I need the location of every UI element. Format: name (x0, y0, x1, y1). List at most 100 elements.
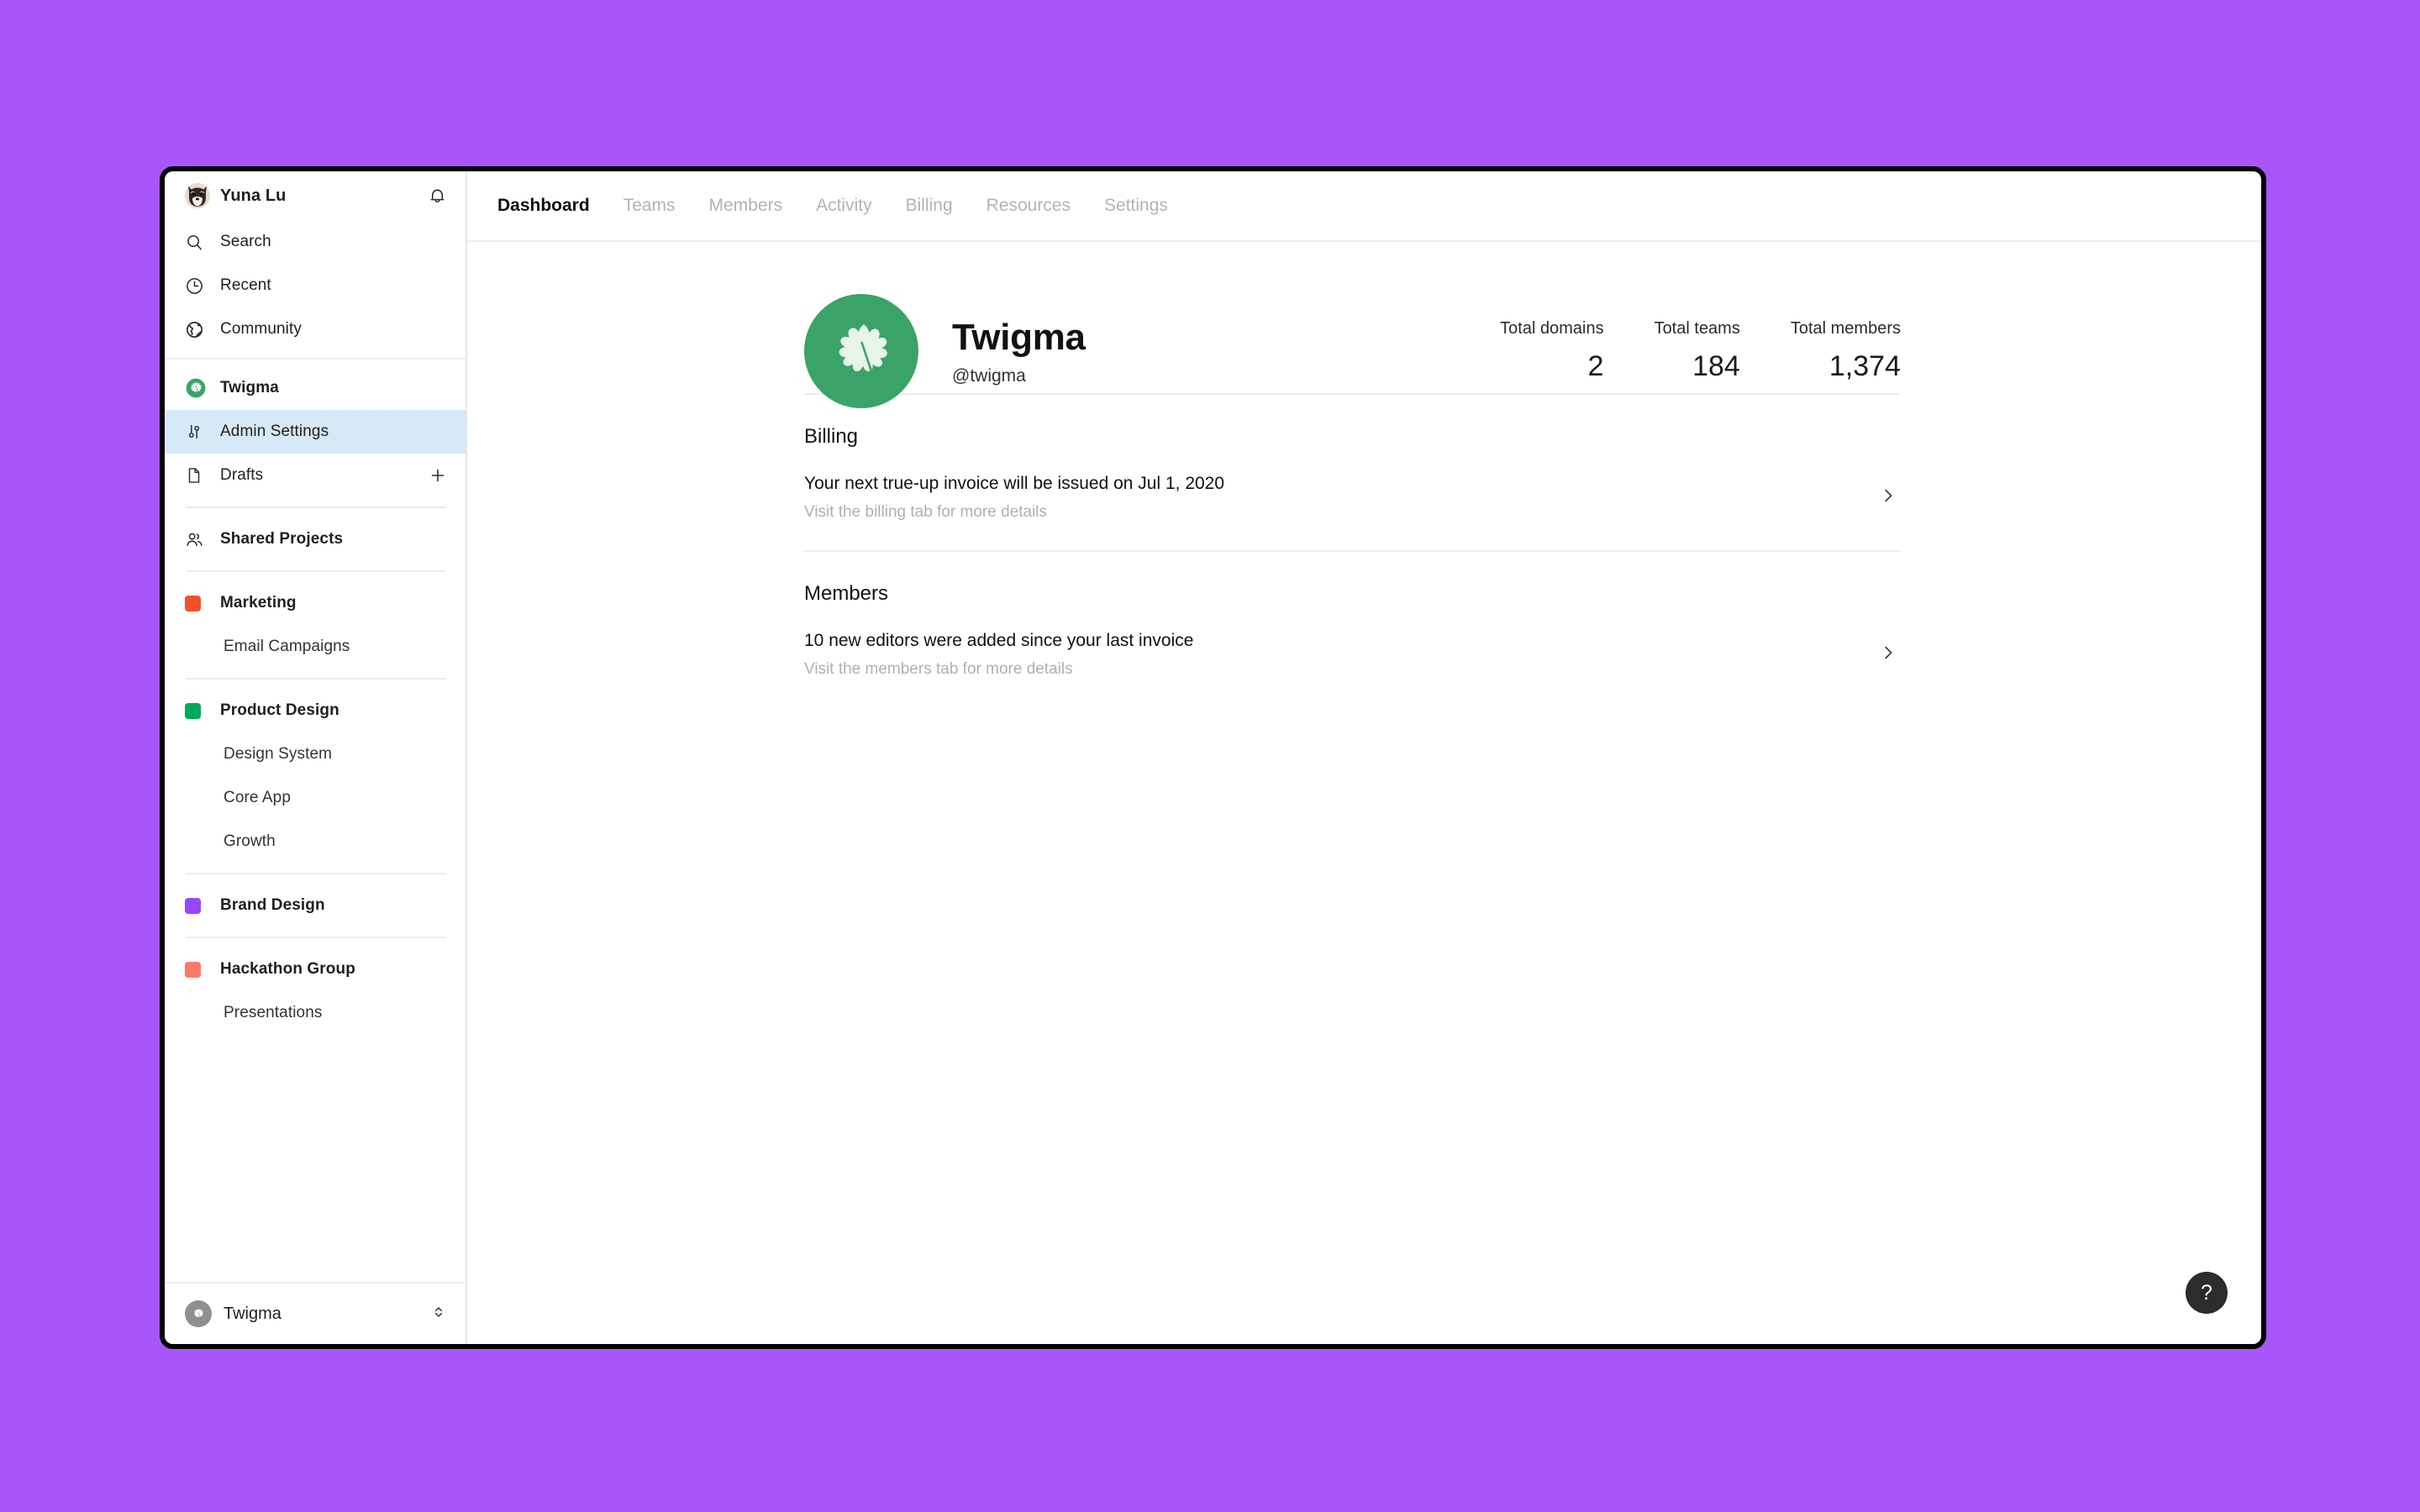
sidebar-item-label: Recent (220, 276, 271, 294)
sidebar-child-design-system[interactable]: Design System (165, 732, 466, 776)
sidebar-child-label: Core App (224, 789, 292, 806)
people-icon (185, 530, 210, 549)
chevron-updown-icon[interactable] (430, 1304, 447, 1325)
sidebar-footer-label: Twigma (224, 1304, 281, 1323)
tab-billing[interactable]: Billing (906, 196, 953, 216)
swatch-marketing (185, 595, 201, 612)
tab-dashboard[interactable]: Dashboard (497, 196, 590, 216)
sidebar-child-presentations[interactable]: Presentations (165, 991, 466, 1035)
stat-value: 1,374 (1828, 350, 1901, 382)
sidebar-group-label: Marketing (220, 594, 297, 612)
sidebar-group-brand-design[interactable]: Brand Design (165, 884, 466, 927)
sidebar-item-label: Search (220, 233, 271, 250)
chevron-right-icon[interactable] (1879, 486, 1901, 509)
swatch-brand-design (185, 897, 201, 914)
sidebar-child-label: Email Campaigns (224, 638, 350, 655)
org-handle: @twigma (952, 365, 1026, 386)
stat-label: Total members (1790, 319, 1901, 338)
top-tab-bar: Dashboard Teams Members Activity Billing… (467, 171, 2261, 242)
sidebar-item-label: Drafts (220, 466, 264, 484)
sidebar-item-recent[interactable]: Recent (165, 264, 466, 307)
stat-value: 2 (1587, 350, 1604, 382)
tab-resources[interactable]: Resources (986, 196, 1071, 216)
sidebar-item-drafts[interactable]: Drafts (165, 454, 466, 497)
main-panel: Dashboard Teams Members Activity Billing… (467, 171, 2261, 1344)
page-title: Twigma (952, 316, 1086, 358)
project-color-swatch (185, 897, 210, 914)
app-window: Yuna Lu Search Recent Community Twigma A… (160, 166, 2266, 1349)
sidebar-item-label: Admin Settings (220, 423, 329, 440)
dashboard-content: Twigma @twigma Total domains 2 Total tea… (467, 242, 2261, 1344)
sidebar-footer-org-switcher[interactable]: Twigma (165, 1282, 466, 1344)
sidebar-item-admin-settings[interactable]: Admin Settings (165, 410, 466, 454)
sidebar-child-label: Presentations (224, 1004, 323, 1021)
sidebar-item-shared-projects[interactable]: Shared Projects (165, 517, 466, 561)
sidebar-scroll-area[interactable]: Yuna Lu Search Recent Community Twigma A… (165, 171, 466, 1282)
sidebar-child-growth[interactable]: Growth (165, 820, 466, 864)
org-header: Twigma @twigma Total domains 2 Total tea… (804, 242, 1901, 408)
sidebar-divider (187, 873, 445, 874)
stat-total-members: Total members 1,374 (1791, 319, 1901, 383)
billing-row[interactable]: Your next true-up invoice will be issued… (804, 474, 1901, 550)
stat-total-teams: Total teams 184 (1655, 319, 1740, 383)
sidebar-org-label: Twigma (220, 379, 279, 396)
question-mark-icon: ? (2201, 1280, 2212, 1305)
bell-icon[interactable] (428, 186, 447, 206)
members-heading: Members (804, 582, 889, 605)
twigma-leaf-icon (185, 1300, 212, 1327)
stat-label: Total domains (1500, 319, 1604, 338)
sidebar-child-label: Growth (224, 832, 276, 850)
globe-icon (185, 320, 210, 339)
swatch-hackathon-group (185, 961, 201, 978)
document-icon (185, 466, 210, 485)
members-row[interactable]: 10 new editors were added since your las… (804, 631, 1901, 707)
project-color-swatch (185, 702, 210, 719)
sidebar-child-email-campaigns[interactable]: Email Campaigns (165, 625, 466, 669)
sidebar-group-product-design[interactable]: Product Design (165, 689, 466, 732)
plus-icon[interactable] (429, 466, 447, 485)
sidebar-group-label: Hackathon Group (220, 960, 355, 978)
billing-heading: Billing (804, 425, 859, 448)
tab-teams[interactable]: Teams (623, 196, 676, 216)
search-icon (185, 233, 210, 252)
sidebar-divider (187, 678, 445, 680)
sidebar-group-hackathon-group[interactable]: Hackathon Group (165, 948, 466, 991)
sidebar-divider (187, 507, 445, 508)
sidebar-user-row[interactable]: Yuna Lu (165, 171, 466, 220)
sidebar-group-label: Product Design (220, 701, 339, 719)
sidebar-group-marketing[interactable]: Marketing (165, 581, 466, 625)
members-primary-text: 10 new editors were added since your las… (804, 631, 1194, 650)
twigma-leaf-icon (804, 294, 918, 408)
billing-text: Your next true-up invoice will be issued… (804, 474, 1224, 522)
org-stats: Total domains 2 Total teams 184 Total me… (1449, 319, 1901, 383)
billing-section: Billing Your next true-up invoice will b… (804, 395, 1901, 550)
org-identity: Twigma @twigma (952, 317, 1086, 386)
tab-activity[interactable]: Activity (816, 196, 872, 216)
sidebar-item-community[interactable]: Community (165, 307, 466, 351)
tab-members[interactable]: Members (709, 196, 783, 216)
sidebar: Yuna Lu Search Recent Community Twigma A… (165, 171, 467, 1344)
tab-settings[interactable]: Settings (1104, 196, 1168, 216)
sidebar-org-row[interactable]: Twigma (165, 366, 466, 410)
sidebar-item-search[interactable]: Search (165, 220, 466, 264)
help-button[interactable]: ? (2186, 1272, 2228, 1314)
clock-icon (185, 276, 210, 296)
members-secondary-text: Visit the members tab for more details (804, 660, 1073, 678)
sidebar-divider (165, 358, 466, 360)
sidebar-item-label: Community (220, 320, 302, 338)
sidebar-user-name: Yuna Lu (220, 186, 287, 205)
chevron-right-icon[interactable] (1879, 643, 1901, 666)
sidebar-item-label: Shared Projects (220, 530, 344, 548)
project-color-swatch (185, 961, 210, 978)
twigma-leaf-icon (185, 377, 210, 399)
sidebar-group-label: Brand Design (220, 896, 325, 914)
project-color-swatch (185, 595, 210, 612)
members-text: 10 new editors were added since your las… (804, 631, 1193, 679)
stat-total-domains: Total domains 2 (1500, 319, 1603, 383)
billing-secondary-text: Visit the billing tab for more details (804, 503, 1048, 521)
sidebar-child-core-app[interactable]: Core App (165, 776, 466, 820)
stat-value: 184 (1692, 350, 1740, 382)
sidebar-child-label: Design System (224, 745, 333, 763)
stat-label: Total teams (1654, 319, 1740, 338)
sidebar-divider (187, 937, 445, 938)
